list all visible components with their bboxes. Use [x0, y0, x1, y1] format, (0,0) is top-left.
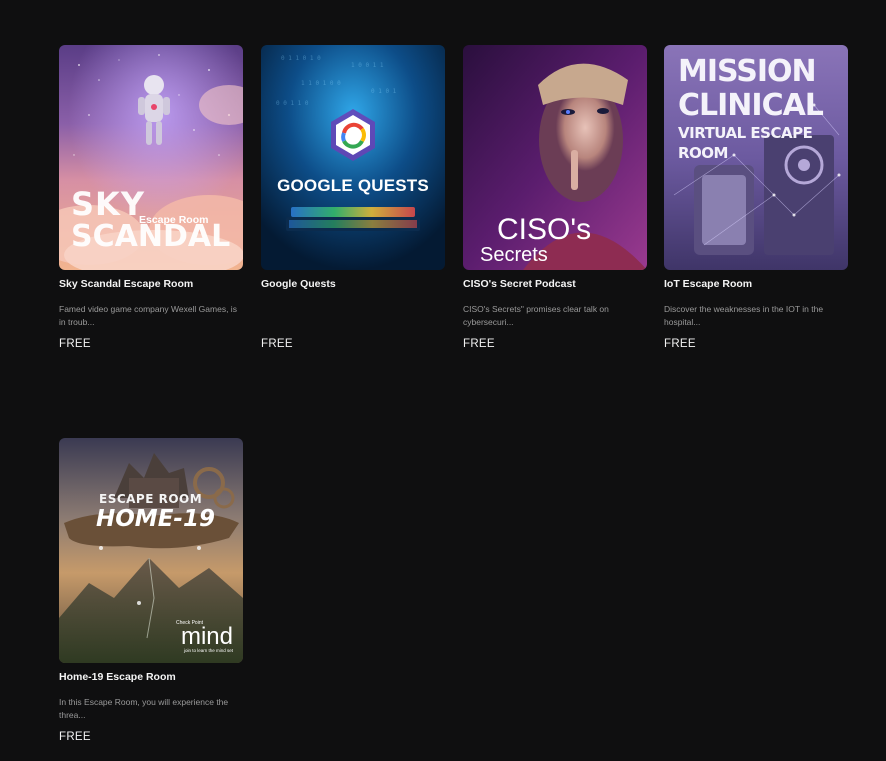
card-cover-image[interactable]: MISSION CLINICAL VIRTUAL ESCAPE ROOM: [664, 45, 848, 270]
card-description: Discover the weaknesses in the IOT in th…: [664, 304, 824, 327]
catalog-card[interactable]: SKY Escape Room SCANDAL Sky Scandal Esca…: [59, 45, 243, 350]
svg-text:0 1 1 0 1 0: 0 1 1 0 1 0: [281, 55, 321, 62]
card-price: FREE: [463, 338, 495, 350]
catalog-card[interactable]: CISO's Secrets CISO's Secret Podcast CIS…: [463, 45, 647, 350]
card-title[interactable]: IoT Escape Room: [664, 278, 848, 291]
card-title[interactable]: Sky Scandal Escape Room: [59, 278, 243, 291]
svg-text:0 1 0 1: 0 1 0 1: [371, 88, 397, 95]
card-title[interactable]: Home-19 Escape Room: [59, 671, 243, 684]
card-description: CISO's Secrets" promises clear talk on c…: [463, 304, 609, 327]
card-price: FREE: [59, 338, 91, 350]
card-cover-image[interactable]: 0 1 1 0 1 0 1 0 0 1 1 1 1 0 1 0 0 0 1 0 …: [261, 45, 445, 270]
card-title[interactable]: CISO's Secret Podcast: [463, 278, 647, 291]
svg-text:1 1 0 1 0 0: 1 1 0 1 0 0: [301, 80, 341, 87]
card-price: FREE: [59, 731, 91, 743]
svg-text:1 0 0 1 1: 1 0 0 1 1: [351, 62, 384, 69]
svg-text:0 0 1 1 0: 0 0 1 1 0: [276, 100, 309, 107]
card-description: Famed video game company Wexell Games, i…: [59, 304, 237, 327]
card-price: FREE: [261, 338, 293, 350]
catalog-page: SKY Escape Room SCANDAL Sky Scandal Esca…: [0, 0, 886, 761]
card-title[interactable]: Google Quests: [261, 278, 445, 291]
card-price: FREE: [664, 338, 696, 350]
catalog-card[interactable]: ESCAPE ROOM HOME-19 Check Point mind joi…: [59, 438, 243, 743]
google-quests-artwork: 0 1 1 0 1 0 1 0 0 1 1 1 1 0 1 0 0 0 1 0 …: [261, 45, 445, 270]
card-cover-image[interactable]: ESCAPE ROOM HOME-19 Check Point mind joi…: [59, 438, 243, 663]
card-cover-image[interactable]: SKY Escape Room SCANDAL: [59, 45, 243, 270]
catalog-card[interactable]: MISSION CLINICAL VIRTUAL ESCAPE ROOM IoT…: [664, 45, 848, 350]
ciso-secrets-artwork: [463, 45, 647, 270]
sky-scandal-artwork: [59, 45, 243, 270]
card-description: [261, 303, 445, 329]
card-cover-image[interactable]: CISO's Secrets: [463, 45, 647, 270]
home19-artwork: [59, 438, 243, 663]
card-description: In this Escape Room, you will experience…: [59, 697, 229, 720]
catalog-card[interactable]: 0 1 1 0 1 0 1 0 0 1 1 1 1 0 1 0 0 0 1 0 …: [261, 45, 445, 350]
mission-clinical-artwork: [664, 45, 848, 270]
